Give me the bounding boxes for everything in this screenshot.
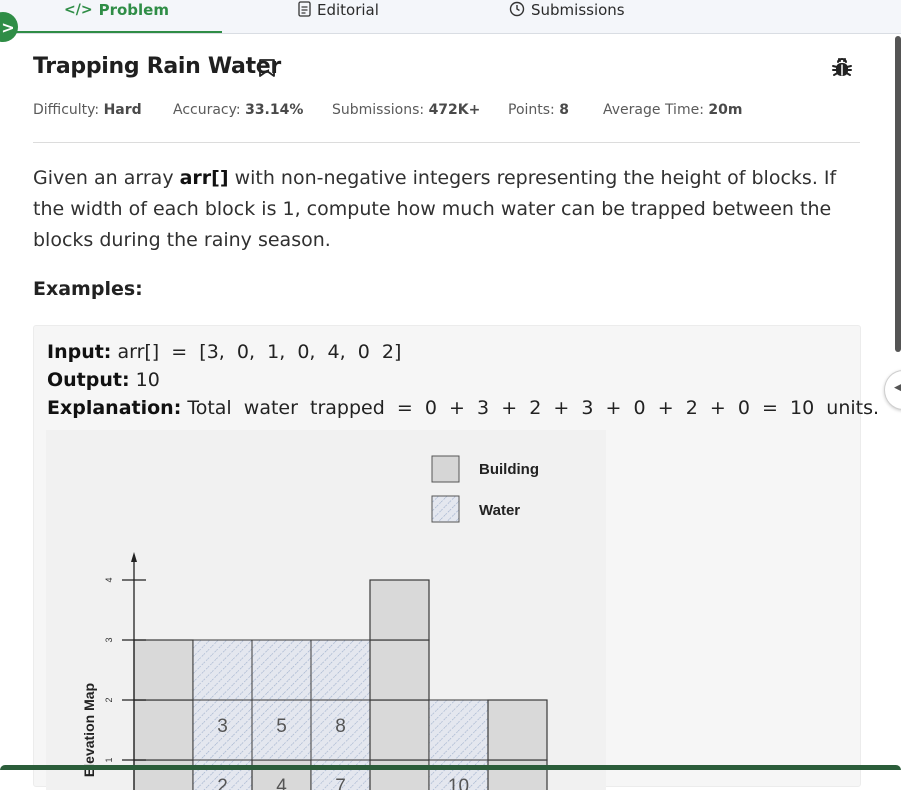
submissions-label: Submissions: <box>332 102 425 118</box>
tab-problem-label: Problem <box>98 1 169 19</box>
resize-panel-handle[interactable]: ◀ <box>884 370 901 410</box>
tab-editorial-label: Editorial <box>317 1 379 19</box>
description-text-1: Given an array <box>33 167 180 189</box>
problem-description: Given an array arr[] with non-negative i… <box>33 163 863 256</box>
difficulty-label: Difficulty: <box>33 102 100 118</box>
examples-heading: Examples: <box>33 278 143 300</box>
problem-title: Trapping Rain Water <box>33 54 281 79</box>
building-block <box>369 579 430 641</box>
tab-editorial[interactable]: Editorial <box>298 0 379 34</box>
legend-water-swatch <box>431 495 460 523</box>
output-value: 10 <box>129 369 160 391</box>
average-time-meta: Average Time: 20m <box>603 102 742 118</box>
legend-building-swatch <box>431 455 460 483</box>
building-block <box>369 699 430 761</box>
points-value: 8 <box>559 102 569 118</box>
y-tick-label: 1 <box>104 757 114 762</box>
average-time-value: 20m <box>708 102 743 118</box>
collapse-arrow-icon: ◀ <box>894 380 901 395</box>
water-unit-label: 5 <box>276 716 287 737</box>
accuracy-label: Accuracy: <box>173 102 241 118</box>
submissions-meta: Submissions: 472K+ <box>332 102 480 118</box>
example-output: Output: 10 <box>47 369 160 391</box>
water-unit-label: 4 <box>276 776 287 790</box>
tab-problem[interactable]: </> Problem <box>64 0 169 34</box>
water-unit-label: 2 <box>217 776 228 790</box>
header-divider <box>33 142 860 143</box>
description-code: arr[] <box>179 167 229 189</box>
clock-icon <box>509 1 525 22</box>
y-tick-label: 2 <box>104 697 114 702</box>
elevation-map-diagram: Building Water Elevation Map 23457810123… <box>81 455 548 794</box>
legend-water-label: Water <box>479 502 520 519</box>
building-block <box>133 639 194 701</box>
explanation-label: Explanation: <box>47 397 182 419</box>
example-explanation: Explanation: Total water trapped = 0 + 3… <box>47 397 879 419</box>
output-label: Output: <box>47 369 130 391</box>
scrollbar-thumb[interactable] <box>895 36 901 352</box>
elevation-map-figure: Building Water Elevation Map 2 3 4 5 7 8 10 1 2 3… <box>46 430 606 794</box>
water-unit-label: 7 <box>335 776 346 790</box>
building-block <box>369 639 430 701</box>
bookmark-icon[interactable] <box>258 58 276 78</box>
difficulty-value: Hard <box>103 102 142 118</box>
accuracy-value: 33.14% <box>245 102 304 118</box>
problem-tab-bar: </> Problem Editorial Submissions <box>0 0 901 34</box>
input-value: arr[] = [3, 0, 1, 0, 4, 0 2] <box>111 341 402 363</box>
points-label: Points: <box>508 102 555 118</box>
average-time-label: Average Time: <box>603 102 704 118</box>
water-block <box>251 639 312 701</box>
difficulty-meta: Difficulty: Hard <box>33 102 142 118</box>
water-block <box>428 699 489 761</box>
y-tick-label: 4 <box>104 577 114 582</box>
building-block <box>487 699 548 761</box>
building-block <box>133 699 194 761</box>
active-tab-indicator <box>10 31 222 33</box>
water-unit-label: 3 <box>217 716 228 737</box>
input-label: Input: <box>47 341 112 363</box>
y-axis-label: Elevation Map <box>81 683 97 777</box>
water-unit-label: 8 <box>335 716 346 737</box>
document-icon <box>298 1 311 22</box>
tab-submissions[interactable]: Submissions <box>509 0 625 34</box>
water-unit-label: 10 <box>448 776 469 790</box>
water-block <box>310 639 371 701</box>
points-meta: Points: 8 <box>508 102 569 118</box>
water-block <box>192 639 253 701</box>
example-input: Input: arr[] = [3, 0, 1, 0, 4, 0 2] <box>47 341 401 363</box>
y-axis-arrow <box>131 552 137 562</box>
submissions-value: 472K+ <box>428 102 481 118</box>
accuracy-meta: Accuracy: 33.14% <box>173 102 303 118</box>
tab-submissions-label: Submissions <box>531 1 625 19</box>
explanation-value: Total water trapped = 0 + 3 + 2 + 3 + 0 … <box>181 397 880 419</box>
y-tick-label: 3 <box>104 637 114 642</box>
bottom-action-bar <box>0 765 901 770</box>
example-1-box: Input: arr[] = [3, 0, 1, 0, 4, 0 2] Outp… <box>33 325 879 794</box>
code-icon: </> <box>64 2 93 18</box>
legend-building-label: Building <box>479 461 539 478</box>
bug-report-icon[interactable] <box>830 55 854 79</box>
